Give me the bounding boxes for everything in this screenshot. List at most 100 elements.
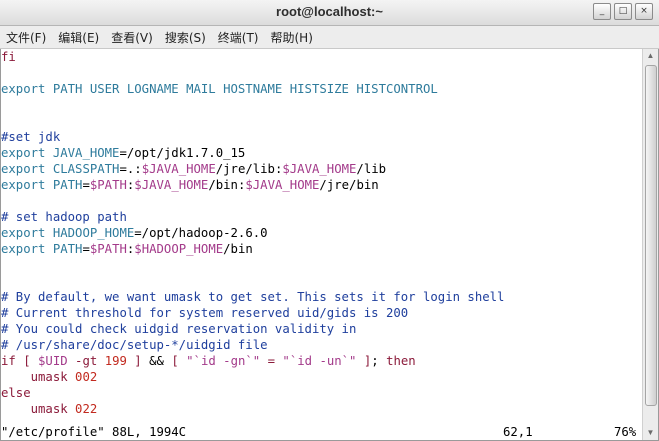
- code-line: export HADOOP_HOME=/opt/hadoop-2.6.0: [1, 225, 642, 241]
- window-controls: _ □ ×: [593, 3, 653, 20]
- code-line: fi: [1, 49, 642, 65]
- scrollbar-thumb[interactable]: [645, 65, 657, 406]
- code-line: # Current threshold for system reserved …: [1, 305, 642, 321]
- code-line: umask 002: [1, 369, 642, 385]
- code-token: HADOOP_HOME: [45, 226, 135, 240]
- code-line: # By default, we want umask to get set. …: [1, 289, 642, 305]
- code-token: fi: [1, 50, 16, 64]
- code-token: #set jdk: [1, 130, 61, 144]
- vim-buffer: fi export PATH USER LOGNAME MAIL HOSTNAM…: [1, 49, 642, 417]
- code-token: 002: [75, 370, 98, 384]
- code-token: export: [1, 146, 46, 160]
- menu-search[interactable]: 搜索(S): [159, 29, 212, 46]
- code-token: # You could check uidgid reservation val…: [1, 322, 357, 336]
- status-scroll-percent: 76%: [614, 425, 637, 439]
- code-token: else: [1, 386, 31, 400]
- menu-terminal[interactable]: 终端(T): [212, 29, 265, 46]
- code-token: umask: [1, 370, 76, 384]
- code-token: ]: [356, 354, 372, 368]
- maximize-icon[interactable]: □: [614, 3, 632, 20]
- code-line: umask 022: [1, 401, 642, 417]
- terminal-text-area[interactable]: fi export PATH USER LOGNAME MAIL HOSTNAM…: [1, 49, 642, 440]
- code-token: PATH USER LOGNAME MAIL HOSTNAME HISTSIZE…: [45, 82, 438, 96]
- vim-status-line: "/etc/profile" 88L, 1994C 62,1 76%: [1, 424, 642, 440]
- code-token: /jre/bin: [319, 178, 379, 192]
- code-line: # /usr/share/doc/setup-*/uidgid file: [1, 337, 642, 353]
- code-token: [: [15, 354, 39, 368]
- minimize-icon[interactable]: _: [593, 3, 611, 20]
- code-token: "`id -un`": [282, 354, 357, 368]
- code-token: $PATH: [89, 242, 127, 256]
- code-token: PATH: [45, 178, 83, 192]
- menu-view[interactable]: 查看(V): [105, 29, 159, 46]
- menu-edit[interactable]: 编辑(E): [52, 29, 105, 46]
- status-file-info: "/etc/profile" 88L, 1994C: [1, 425, 187, 439]
- code-token: $JAVA_HOME: [134, 178, 209, 192]
- code-token: =/opt/hadoop-2.6.0: [134, 226, 268, 240]
- scroll-up-icon[interactable]: ▲: [643, 49, 658, 63]
- menu-help[interactable]: 帮助(H): [265, 29, 319, 46]
- code-token: # /usr/share/doc/setup-*/uidgid file: [1, 338, 268, 352]
- code-token: export: [1, 226, 46, 240]
- code-token: $JAVA_HOME: [245, 178, 320, 192]
- code-token: 199: [104, 354, 127, 368]
- code-token: # set hadoop path: [1, 210, 127, 224]
- code-token: then: [386, 354, 416, 368]
- status-cursor-position: 62,1: [503, 425, 533, 439]
- code-token: # Current threshold for system reserved …: [1, 306, 409, 320]
- code-token: export: [1, 162, 46, 176]
- code-token: [: [163, 354, 187, 368]
- code-token: =: [82, 178, 90, 192]
- code-token: $JAVA_HOME: [141, 162, 216, 176]
- code-token: $PATH: [89, 178, 127, 192]
- code-token: export: [1, 178, 46, 192]
- code-line: export PATH USER LOGNAME MAIL HOSTNAME H…: [1, 81, 642, 97]
- code-token: PATH: [45, 242, 83, 256]
- menu-file[interactable]: 文件(F): [0, 29, 52, 46]
- vertical-scrollbar[interactable]: ▲ ▼: [642, 49, 658, 440]
- window-title: root@localhost:~: [276, 4, 383, 19]
- code-line: #set jdk: [1, 129, 642, 145]
- code-token: ]: [126, 354, 150, 368]
- code-token: $UID: [38, 354, 68, 368]
- code-token: /bin:: [208, 178, 246, 192]
- title-bar[interactable]: root@localhost:~ _ □ ×: [0, 0, 659, 26]
- code-token: ;: [371, 354, 387, 368]
- code-token: =/opt/jdk1.7.0_15: [119, 146, 246, 160]
- code-token: =: [82, 242, 90, 256]
- code-token: "`id -gn`": [186, 354, 261, 368]
- code-token: CLASSPATH: [45, 162, 120, 176]
- code-token: # By default, we want umask to get set. …: [1, 290, 505, 304]
- code-token: -gt: [67, 354, 105, 368]
- close-icon[interactable]: ×: [635, 3, 653, 20]
- code-line: export JAVA_HOME=/opt/jdk1.7.0_15: [1, 145, 642, 161]
- code-line: # set hadoop path: [1, 209, 642, 225]
- code-token: =.:: [119, 162, 142, 176]
- code-line: else: [1, 385, 642, 401]
- scroll-down-icon[interactable]: ▼: [643, 426, 658, 440]
- code-token: export: [1, 82, 46, 96]
- code-token: &&: [149, 354, 164, 368]
- code-token: 022: [75, 402, 98, 416]
- menu-bar: 文件(F) 编辑(E) 查看(V) 搜索(S) 终端(T) 帮助(H): [0, 26, 659, 49]
- code-line: export CLASSPATH=.:$JAVA_HOME/jre/lib:$J…: [1, 161, 642, 177]
- code-token: umask: [1, 402, 76, 416]
- code-line: export PATH=$PATH:$JAVA_HOME/bin:$JAVA_H…: [1, 177, 642, 193]
- code-token: /bin: [223, 242, 253, 256]
- code-token: $JAVA_HOME: [282, 162, 357, 176]
- terminal-window: root@localhost:~ _ □ × 文件(F) 编辑(E) 查看(V)…: [0, 0, 659, 441]
- code-token: if: [1, 354, 16, 368]
- code-token: =: [260, 354, 283, 368]
- code-line: # You could check uidgid reservation val…: [1, 321, 642, 337]
- code-line: export PATH=$PATH:$HADOOP_HOME/bin: [1, 241, 642, 257]
- code-token: $HADOOP_HOME: [134, 242, 224, 256]
- code-token: export: [1, 242, 46, 256]
- code-token: /jre/lib:: [215, 162, 283, 176]
- code-token: JAVA_HOME: [45, 146, 120, 160]
